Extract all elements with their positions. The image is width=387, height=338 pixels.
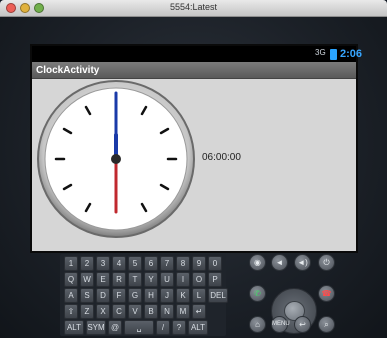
key-5-4[interactable]: / [156,320,170,335]
key-2-0[interactable]: Q [64,272,78,287]
app-title-bar: ClockActivity [32,62,356,79]
key-3-2[interactable]: D [96,288,110,303]
key-4-0[interactable]: ⇧ [64,304,78,319]
key-2-1[interactable]: W [80,272,94,287]
search-button[interactable]: ⌕ [318,316,335,333]
key-1-1[interactable]: 2 [80,256,94,271]
key-2-6[interactable]: U [160,272,174,287]
key-1-0[interactable]: 1 [64,256,78,271]
volume-up-button[interactable]: ◄) [294,254,311,271]
app-title: ClockActivity [36,65,100,76]
volume-up-icon: ◄) [297,258,308,267]
digital-clock-text: 06:00:00 [202,152,241,163]
home-icon: ⌂ [255,320,260,329]
volume-down-button[interactable]: ◄ [271,254,288,271]
key-2-5[interactable]: Y [144,272,158,287]
key-3-8[interactable]: L [192,288,206,303]
key-2-8[interactable]: O [192,272,206,287]
key-3-3[interactable]: F [112,288,126,303]
key-4-7[interactable]: M [176,304,190,319]
clock-pivot [111,154,121,164]
key-3-1[interactable]: S [80,288,94,303]
emulator-body: 3G 2:06 ClockActivity 06:00:00 1 2 3 4 5… [0,17,387,338]
key-2-4[interactable]: T [128,272,142,287]
home-button[interactable]: ⌂ [249,316,266,333]
key-4-5[interactable]: B [144,304,158,319]
camera-button[interactable]: ◉ [249,254,266,271]
menu-icon: MENU [272,321,290,327]
key-3-9[interactable]: DEL [208,288,228,303]
keyboard-row-1: 1234567890 [64,256,222,272]
key-1-3[interactable]: 4 [112,256,126,271]
back-icon: ↩ [299,320,306,329]
device-screen: 3G 2:06 ClockActivity 06:00:00 [30,44,362,253]
call-button[interactable]: ✆ [249,285,266,302]
window-title: 5554:Latest [169,2,218,12]
status-bar: 3G 2:06 [32,46,362,62]
key-5-1[interactable]: SYM [86,320,106,335]
status-time: 2:06 [340,48,363,60]
key-3-7[interactable]: K [176,288,190,303]
key-2-2[interactable]: E [96,272,110,287]
battery-icon [330,49,337,60]
call-icon: ✆ [254,289,261,298]
key-3-4[interactable]: G [128,288,142,303]
key-4-1[interactable]: Z [80,304,94,319]
key-5-0[interactable]: ALT [64,320,84,335]
app-content: 06:00:00 [32,79,356,251]
key-1-5[interactable]: 6 [144,256,158,271]
end-call-button[interactable]: ☎ [318,285,335,302]
key-3-0[interactable]: A [64,288,78,303]
key-1-8[interactable]: 9 [192,256,206,271]
key-2-7[interactable]: I [176,272,190,287]
key-4-8[interactable]: ↵ [192,304,206,319]
power-icon: ⏻ [323,258,330,267]
key-1-9[interactable]: 0 [208,256,222,271]
key-2-3[interactable]: R [112,272,126,287]
key-1-6[interactable]: 7 [160,256,174,271]
menu-button[interactable]: MENU [271,316,290,333]
window-titlebar: 5554:Latest [0,0,387,17]
signal-icon: 3G [315,48,326,57]
analog-clock [37,80,195,238]
key-3-6[interactable]: J [160,288,174,303]
key-4-6[interactable]: N [160,304,174,319]
power-button[interactable]: ⏻ [318,254,335,271]
key-5-6[interactable]: ALT [188,320,208,335]
volume-down-icon: ◄ [275,258,284,267]
key-1-7[interactable]: 8 [176,256,190,271]
key-5-2[interactable]: @ [108,320,122,335]
keyboard-row-2: QWERTYUIOP [64,272,222,288]
keyboard-row-3: A S D F G H J K L DEL [64,288,228,304]
key-4-4[interactable]: V [128,304,142,319]
key-3-5[interactable]: H [144,288,158,303]
back-button[interactable]: ↩ [294,316,311,333]
camera-icon: ◉ [254,258,261,267]
key-2-9[interactable]: P [208,272,222,287]
key-1-4[interactable]: 5 [128,256,142,271]
key-5-3[interactable]: ␣ [124,320,154,335]
key-4-2[interactable]: X [96,304,110,319]
search-icon: ⌕ [324,320,329,329]
key-4-3[interactable]: C [112,304,126,319]
key-1-2[interactable]: 3 [96,256,110,271]
keyboard-row-5: ALT SYM @ ␣ /? ALT [64,320,208,336]
key-5-5[interactable]: ? [172,320,186,335]
end-call-icon: ☎ [321,289,332,298]
keyboard-row-4: ⇧ Z X C V B N M ↵ [64,304,206,320]
hardware-keyboard: 1234567890 QWERTYUIOP A S D F G H J K L DEL ⇧ Z X C V… [60,254,228,336]
